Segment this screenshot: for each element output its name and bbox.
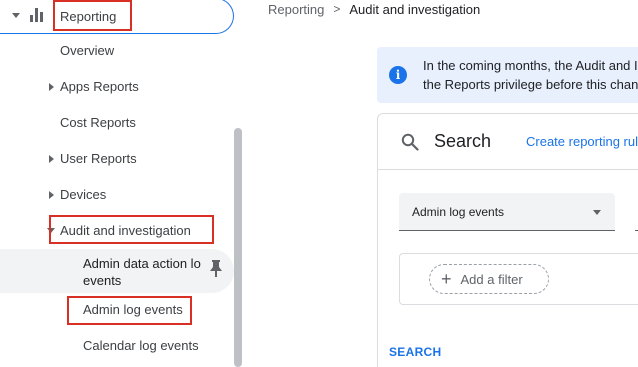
bar-chart-icon: [30, 8, 46, 22]
highlight-box-reporting: [53, 0, 132, 31]
plus-icon: +: [441, 269, 452, 289]
sidebar-item-label: Apps Reports: [60, 79, 139, 94]
search-title: Search: [434, 131, 492, 151]
breadcrumb-current: Audit and investigation: [349, 1, 481, 17]
breadcrumb-reporting-link[interactable]: Reporting: [268, 2, 324, 17]
search-card: Search Create reporting rule Admin log e…: [377, 113, 638, 367]
subitem-calendar-log-events[interactable]: Calendar log events: [0, 328, 234, 364]
dropdown-arrow-icon[interactable]: [593, 210, 601, 215]
add-filter-button[interactable]: + Add a filter: [429, 264, 549, 294]
info-icon: i: [389, 66, 407, 84]
search-card-header: Search Create reporting rule: [378, 114, 638, 170]
banner-line-2: the Reports privilege before this chan: [423, 77, 638, 92]
sidebar-item-devices[interactable]: Devices: [0, 177, 234, 213]
breadcrumb: Reporting > Audit and investigation: [268, 0, 480, 18]
sidebar-item-label: Cost Reports: [60, 115, 136, 130]
info-banner: i In the coming months, the Audit and I …: [377, 47, 638, 103]
sidebar-item-label: Overview: [60, 43, 115, 58]
subitem-label-line2: events: [83, 273, 122, 288]
sidebar-scrollbar-thumb[interactable]: [234, 128, 242, 367]
sidebar-item-user-reports[interactable]: User Reports: [0, 141, 234, 177]
highlight-box-audit: [49, 215, 214, 244]
pin-icon[interactable]: [208, 258, 224, 278]
search-button[interactable]: SEARCH: [389, 345, 441, 359]
breadcrumb-separator: >: [333, 2, 341, 16]
subitem-admin-data-action-log-events[interactable]: Admin data action lo events: [0, 249, 234, 293]
subitem-label: Calendar log events: [83, 338, 199, 353]
banner-line-1: In the coming months, the Audit and I: [423, 58, 638, 73]
sidebar-item-apps-reports[interactable]: Apps Reports: [0, 69, 234, 105]
create-reporting-rule-link[interactable]: Create reporting rule: [526, 134, 638, 149]
sidebar: Reporting Overview Apps Reports Cost Rep…: [0, 0, 244, 367]
data-source-select[interactable]: Admin log events: [399, 193, 615, 231]
filter-area: + Add a filter: [399, 253, 638, 305]
chevron-right-icon[interactable]: [49, 191, 54, 199]
chevron-down-icon[interactable]: [12, 13, 20, 18]
banner-text: In the coming months, the Audit and I th…: [423, 56, 638, 94]
sidebar-item-label: User Reports: [60, 151, 137, 166]
add-filter-label: Add a filter: [460, 271, 523, 287]
chevron-right-icon[interactable]: [49, 83, 54, 91]
subitem-label-line1: Admin data action lo: [83, 256, 201, 271]
highlight-box-admin-log-events: [67, 296, 192, 325]
search-icon: [401, 133, 419, 151]
data-source-value: Admin log events: [412, 205, 505, 219]
sidebar-item-label: Devices: [60, 187, 107, 202]
chevron-right-icon[interactable]: [49, 155, 54, 163]
